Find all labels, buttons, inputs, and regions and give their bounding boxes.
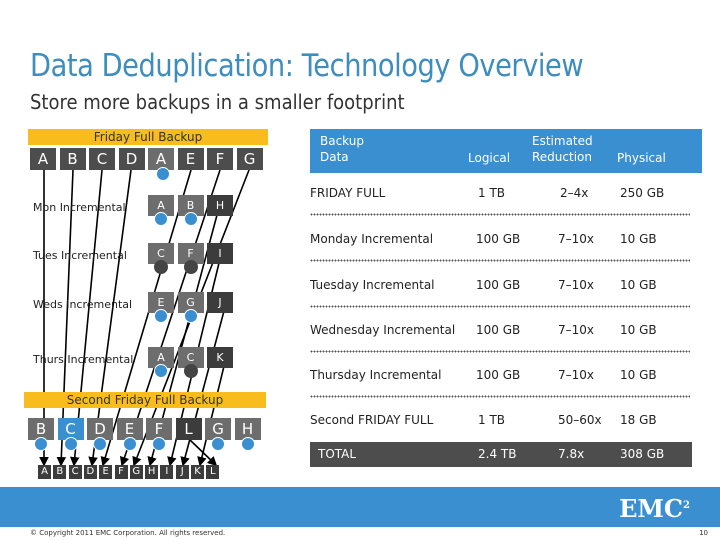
shared-block-dot [183,364,198,378]
row-label: Tues Incremental [33,249,127,262]
cell-logical: 100 GB [476,278,521,292]
unique-block: L [206,465,220,479]
data-block: E [177,148,204,170]
shared-block-dot [34,437,48,451]
data-block: G [236,148,263,170]
unique-block: D [83,465,97,479]
cell-physical: 10 GB [620,278,657,292]
cell-physical: 10 GB [620,368,657,382]
page-number: 10 [699,529,708,537]
cell-logical: 100 GB [476,368,521,382]
shared-block-dot [152,437,166,451]
row-label: Weds Incremental [33,298,133,311]
cell-physical: 10 GB [620,232,657,246]
data-block: F [207,148,233,170]
cell-data: Tuesday Incremental [310,278,435,292]
unique-block: G [129,465,143,479]
data-block: D [118,148,145,170]
unique-block: E [99,465,113,479]
emc-logo: EMC2 [619,494,690,523]
table-row: Tuesday Incremental 100 GB 7–10x 10 GB [310,278,702,294]
row-divider [310,350,690,353]
second-friday-label: Second Friday Full Backup [24,392,266,408]
unique-block: J [175,465,189,479]
data-block: I [207,243,233,264]
total-row: TOTAL 2.4 TB 7.8x 308 GB [310,442,692,467]
copyright: © Copyright 2011 EMC Corporation. All ri… [30,529,226,537]
shared-block-dot [154,309,168,323]
data-block: H [207,195,233,216]
header-backup-data: Backup Data [320,134,364,164]
data-block: L [175,418,202,440]
data-block: K [207,347,233,368]
cell-logical: 1 TB [478,186,506,200]
header-logical: Logical [468,151,511,165]
shared-block-dot [183,309,198,323]
cell-reduction: 7–10x [558,278,595,292]
shared-block-dot [154,260,168,274]
total-label: TOTAL [318,447,357,461]
header-reduction: Estimated Reduction [532,134,593,164]
data-block: A [30,148,56,170]
data-block: J [207,292,233,313]
cell-reduction: 7–10x [558,368,595,382]
shared-block-dot [93,437,107,451]
table-row: Monday Incremental 100 GB 7–10x 10 GB [310,232,702,248]
shared-block-dot [156,167,170,181]
cell-reduction: 7–10x [558,323,595,337]
footer-band [0,487,720,527]
unique-block: I [160,465,174,479]
cell-physical: 250 GB [620,186,665,200]
total-reduction: 7.8x [558,447,585,461]
data-block: B [59,148,86,170]
row-divider [310,305,690,308]
total-logical: 2.4 TB [478,447,517,461]
shared-block-dot [211,437,225,451]
table-header: Backup Data Logical Estimated Reduction … [310,129,702,173]
table-row: Second FRIDAY FULL 1 TB 50–60x 18 GB [310,413,702,429]
shared-block-dot [183,260,198,274]
shared-block-dot [154,364,168,378]
unique-block: F [114,465,128,479]
cell-data: Second FRIDAY FULL [310,413,434,427]
cell-logical: 100 GB [476,323,521,337]
cell-logical: 1 TB [478,413,506,427]
shared-block-dot [183,212,198,226]
cell-reduction: 50–60x [558,413,602,427]
row-divider [310,259,690,262]
friday-full-label: Friday Full Backup [28,129,268,145]
row-label: Mon Incremental [33,201,126,214]
cell-reduction: 2–4x [560,186,589,200]
total-physical: 308 GB [620,447,665,461]
cell-physical: 18 GB [620,413,657,427]
cell-data: Monday Incremental [310,232,434,246]
shared-block-dot [154,212,168,226]
shared-block-dot [122,437,137,451]
table-row: Thursday Incremental 100 GB 7–10x 10 GB [310,368,702,384]
cell-data: Thursday Incremental [310,368,442,382]
header-physical: Physical [617,151,666,165]
table-row: Wednesday Incremental 100 GB 7–10x 10 GB [310,323,702,339]
cell-physical: 10 GB [620,323,657,337]
cell-reduction: 7–10x [558,232,595,246]
unique-block: B [53,465,67,479]
row-label: Thurs Incremental [33,353,134,366]
data-block: C [89,148,115,170]
unique-block: K [191,465,204,479]
row-divider [310,395,690,398]
row-divider [310,213,690,216]
shared-block-dot [63,437,78,451]
table-row: FRIDAY FULL 1 TB 2–4x 250 GB [310,186,702,202]
cell-logical: 100 GB [476,232,521,246]
cell-data: FRIDAY FULL [310,186,386,200]
cell-data: Wednesday Incremental [310,323,456,337]
unique-block: H [145,465,159,479]
shared-block-dot [240,437,255,451]
unique-block: A [38,465,51,479]
unique-block: C [68,465,82,479]
